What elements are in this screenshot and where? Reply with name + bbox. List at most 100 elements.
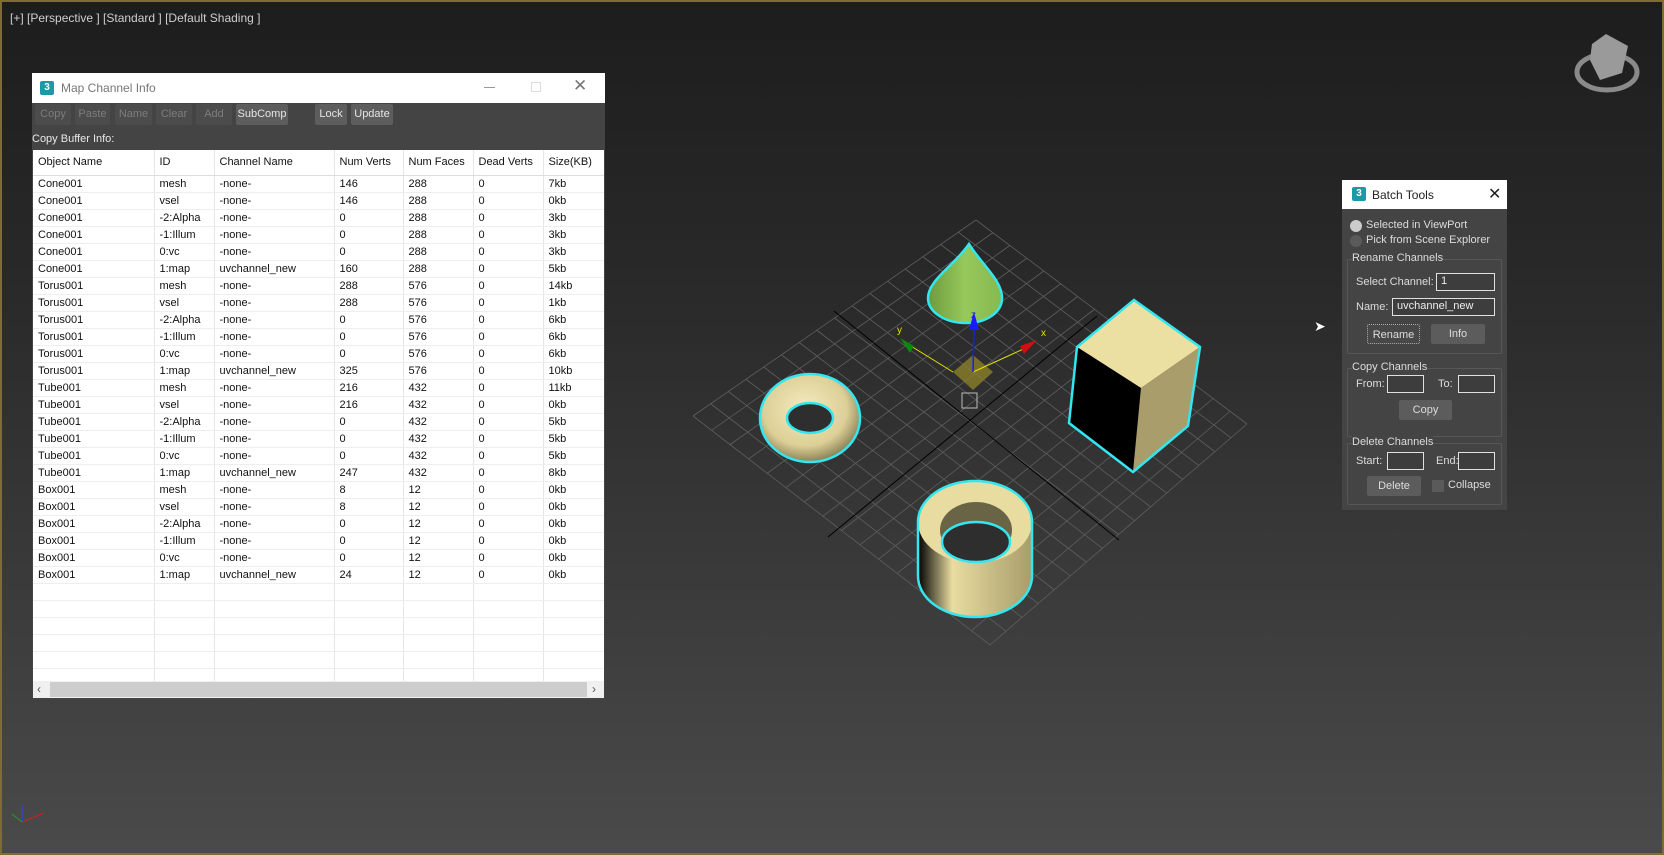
table-cell: mesh [154,481,215,499]
table-row[interactable]: Tube001 mesh -none- 216 432 0 11kb [33,379,604,397]
maximize-icon[interactable] [531,82,541,92]
table-row[interactable]: Torus001 vsel -none- 288 576 0 1kb [33,294,604,312]
empty-cell [543,617,604,635]
empty-cell [154,600,215,618]
paste-button[interactable]: Paste [75,104,110,125]
table-row[interactable]: Cone001 -1:Illum -none- 0 288 0 3kb [33,226,604,244]
scrollbar-thumb[interactable] [50,682,587,697]
update-button[interactable]: Update [351,104,393,125]
table-cell: 3kb [543,226,604,244]
table-cell: mesh [154,277,215,295]
table-row[interactable]: Torus001 -1:Illum -none- 0 576 0 6kb [33,328,604,346]
title-bar[interactable]: 3 Map Channel Info ✕ [32,73,605,103]
table-cell: Box001 [33,566,155,584]
table-row[interactable]: Torus001 mesh -none- 288 576 0 14kb [33,277,604,295]
tube-object[interactable] [916,479,1034,619]
table-cell: 216 [334,396,404,414]
table-row[interactable]: Box001 -2:Alpha -none- 0 12 0 0kb [33,515,604,533]
table-row[interactable]: Box001 mesh -none- 8 12 0 0kb [33,481,604,499]
copy-button[interactable]: Copy [1399,400,1452,420]
table-row[interactable]: Cone001 vsel -none- 146 288 0 0kb [33,192,604,210]
radio-pick-from-scene-explorer[interactable] [1350,235,1362,247]
delete-end-input[interactable] [1458,452,1495,470]
table-cell: 576 [403,345,474,363]
table-row[interactable]: Cone001 mesh -none- 146 288 0 7kb [33,175,604,193]
column-header[interactable]: Size(KB) [543,150,604,176]
table-cell: 12 [403,549,474,567]
radio-selected-in-viewport[interactable] [1350,220,1362,232]
horizontal-scrollbar[interactable]: ‹ › [33,681,604,698]
rename-button[interactable]: Rename [1367,324,1420,344]
copy-to-input[interactable] [1458,375,1495,393]
viewcube-icon[interactable] [1574,34,1640,93]
table-row[interactable]: Tube001 -2:Alpha -none- 0 432 0 5kb [33,413,604,431]
table-cell: uvchannel_new [214,362,335,380]
column-header[interactable]: Num Faces [403,150,474,176]
name-button[interactable]: Name [115,104,152,125]
table-row[interactable]: Box001 vsel -none- 8 12 0 0kb [33,498,604,516]
table-cell: -2:Alpha [154,209,215,227]
torus-object[interactable] [758,372,862,464]
table-cell: 8 [334,481,404,499]
table-row[interactable]: Cone001 1:map uvchannel_new 160 288 0 5kb [33,260,604,278]
table-cell: 0kb [543,396,604,414]
table-cell: 0kb [543,498,604,516]
table-row[interactable]: Torus001 1:map uvchannel_new 325 576 0 10kb [33,362,604,380]
close-icon[interactable]: ✕ [573,76,587,96]
name-input[interactable]: uvchannel_new [1392,298,1495,316]
column-header[interactable]: Dead Verts [473,150,544,176]
column-header[interactable]: Object Name [33,150,155,176]
scroll-right-icon[interactable]: › [592,682,596,696]
table-row[interactable]: Tube001 1:map uvchannel_new 247 432 0 8kb [33,464,604,482]
table-row[interactable]: Tube001 vsel -none- 216 432 0 0kb [33,396,604,414]
table-row[interactable]: Cone001 0:vc -none- 0 288 0 3kb [33,243,604,261]
empty-cell [543,600,604,618]
scroll-left-icon[interactable]: ‹ [37,682,41,696]
add-button[interactable]: Add [196,104,232,125]
column-header[interactable]: Channel Name [214,150,335,176]
table-row[interactable]: Cone001 -2:Alpha -none- 0 288 0 3kb [33,209,604,227]
channel-table-container[interactable]: Object Name ID Channel Name Num Verts Num Fa… [33,150,604,698]
empty-row [33,634,604,652]
table-cell: 576 [403,362,474,380]
table-cell: -none- [214,277,335,295]
table-row[interactable]: Box001 1:map uvchannel_new 24 12 0 0kb [33,566,604,584]
delete-button[interactable]: Delete [1367,476,1421,496]
copy-from-input[interactable] [1387,375,1424,393]
table-cell: 6kb [543,328,604,346]
table-row[interactable]: Torus001 -2:Alpha -none- 0 576 0 6kb [33,311,604,329]
table-cell: 0kb [543,192,604,210]
title-bar[interactable]: 3 Batch Tools ✕ [1342,180,1507,209]
table-cell: 288 [334,277,404,295]
table-cell: 0kb [543,515,604,533]
empty-cell [214,600,335,618]
subcomp-button[interactable]: SubComp [236,104,288,125]
empty-cell [403,651,474,669]
table-row[interactable]: Tube001 -1:Illum -none- 0 432 0 5kb [33,430,604,448]
table-row[interactable]: Tube001 0:vc -none- 0 432 0 5kb [33,447,604,465]
box-object[interactable] [1067,298,1202,474]
table-cell: 0 [473,226,544,244]
table-row[interactable]: Box001 0:vc -none- 0 12 0 0kb [33,549,604,567]
clear-button[interactable]: Clear [156,104,192,125]
table-row[interactable]: Box001 -1:Illum -none- 0 12 0 0kb [33,532,604,550]
column-header[interactable]: ID [154,150,215,176]
table-cell: Torus001 [33,311,155,329]
column-header[interactable]: Num Verts [334,150,404,176]
info-button[interactable]: Info [1431,324,1485,344]
table-cell: -none- [214,396,335,414]
minimize-icon[interactable] [484,87,495,88]
collapse-checkbox[interactable] [1432,480,1444,492]
select-channel-input[interactable]: 1 [1436,273,1495,291]
to-label: To: [1438,378,1453,390]
table-cell: 0 [473,345,544,363]
x-axis-arrow-icon[interactable] [1020,340,1037,354]
table-row[interactable]: Torus001 0:vc -none- 0 576 0 6kb [33,345,604,363]
cone-object[interactable] [926,241,1004,325]
copy-button[interactable]: Copy [35,104,71,125]
delete-start-input[interactable] [1387,452,1424,470]
table-cell: 0 [473,243,544,261]
lock-button[interactable]: Lock [315,104,347,125]
table-cell: -1:Illum [154,226,215,244]
close-icon[interactable]: ✕ [1488,184,1501,204]
